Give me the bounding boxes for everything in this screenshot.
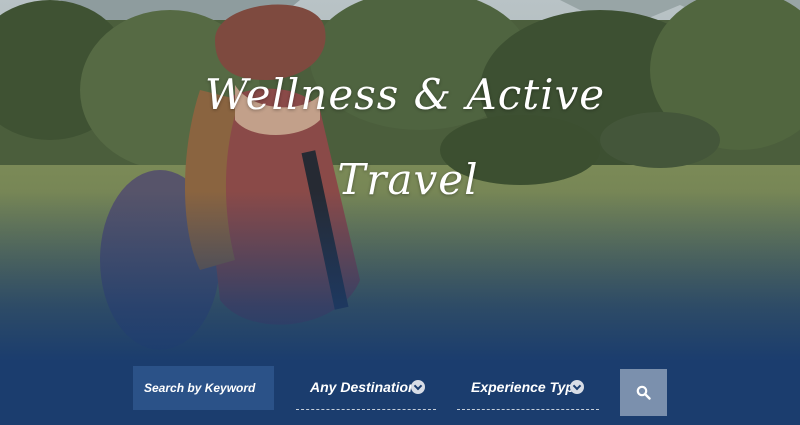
search-icon bbox=[636, 385, 651, 400]
keyword-search-input[interactable]: Search by Keyword bbox=[133, 366, 274, 410]
chevron-down-icon bbox=[570, 380, 584, 394]
search-submit-button[interactable] bbox=[620, 369, 667, 416]
experience-type-dropdown-label: Experience Type bbox=[471, 379, 582, 395]
hero-title-line-2: Travel bbox=[337, 155, 479, 204]
hero-banner: Wellness & Active Travel bbox=[0, 0, 800, 425]
experience-type-dropdown[interactable]: Experience Type bbox=[457, 366, 599, 410]
hero-photo bbox=[0, 0, 800, 425]
destination-dropdown[interactable]: Any Destination bbox=[296, 366, 436, 410]
hero-title-line-1: Wellness & Active bbox=[204, 70, 606, 119]
destination-dropdown-label: Any Destination bbox=[310, 379, 417, 395]
chevron-down-icon bbox=[411, 380, 425, 394]
